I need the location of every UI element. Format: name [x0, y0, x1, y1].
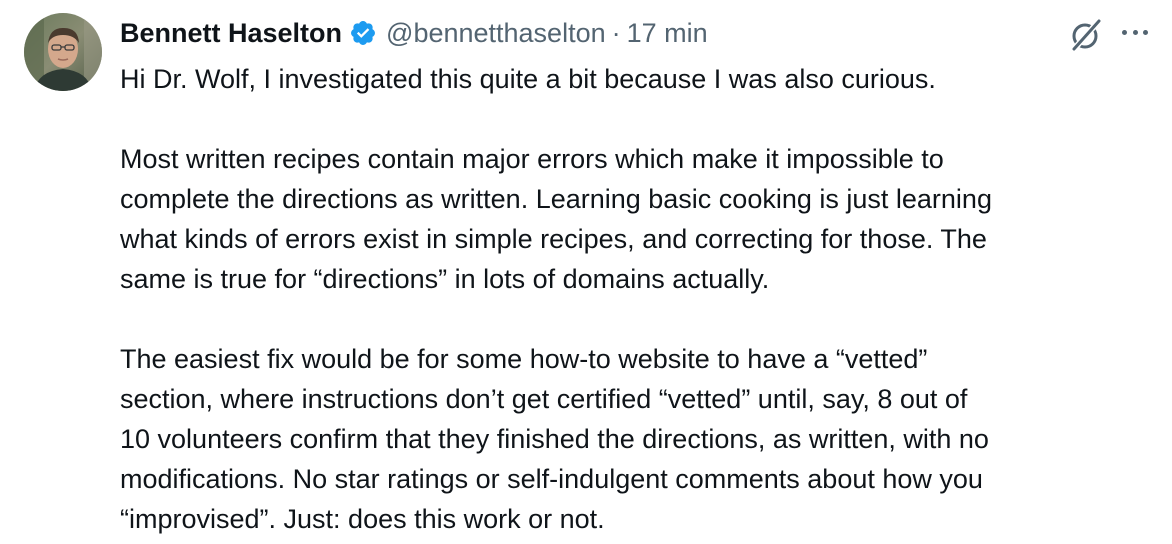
- author-handle[interactable]: @bennetthaselton: [386, 18, 606, 49]
- tweet-paragraph: The easiest fix would be for some how-to…: [120, 344, 989, 534]
- more-dot-icon: [1143, 29, 1148, 35]
- grok-icon[interactable]: [1068, 18, 1104, 52]
- verified-badge-icon: [349, 19, 377, 47]
- avatar[interactable]: [24, 13, 102, 91]
- separator-dot: ·: [611, 17, 621, 48]
- author-name[interactable]: Bennett Haselton: [120, 18, 342, 49]
- tweet-text: Hi Dr. Wolf, I investigated this quite a…: [120, 59, 1160, 539]
- avatar-image: [24, 13, 102, 91]
- more-options-icon[interactable]: [1118, 20, 1152, 44]
- tweet-header: Bennett Haselton @bennetthaselton · 17 m…: [120, 13, 708, 53]
- more-dot-icon: [1122, 29, 1127, 35]
- more-dot-icon: [1132, 29, 1138, 35]
- tweet-paragraph: Most written recipes contain major error…: [120, 144, 992, 294]
- tweet-paragraph: Hi Dr. Wolf, I investigated this quite a…: [120, 64, 936, 94]
- timestamp[interactable]: 17 min: [627, 18, 708, 49]
